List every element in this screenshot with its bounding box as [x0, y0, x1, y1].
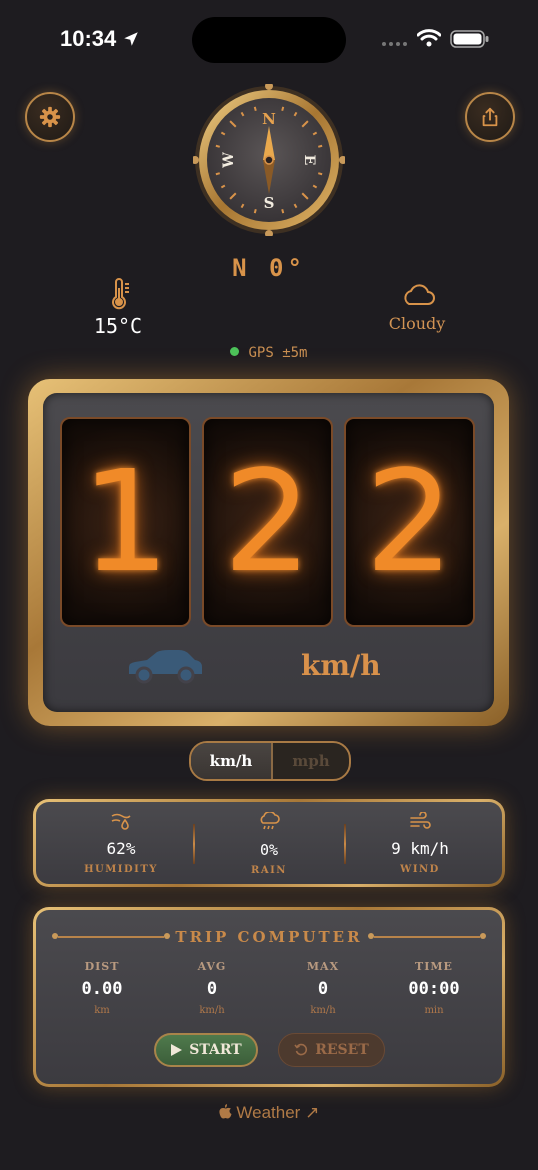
compass-tick — [215, 144, 220, 148]
trip-stat-unit: min — [424, 1005, 444, 1016]
trip-stat-label: MAX — [306, 960, 340, 973]
rain-label: RAIN — [251, 865, 287, 876]
status-time-text: 10:34 — [60, 26, 117, 51]
speedometer-frame: 1 2 2 km/h — [28, 379, 509, 726]
speed-unit-label: km/h — [301, 649, 381, 682]
wind-stat: 9 km/h WIND — [345, 802, 495, 875]
rain-value: 0% — [259, 841, 279, 859]
speedometer-panel: 1 2 2 km/h — [43, 393, 494, 712]
reset-button-label: RESET — [315, 1042, 369, 1058]
trip-computer-panel: TRIP COMPUTER DIST 0.00 km AVG 0 km/h MA… — [33, 907, 505, 1087]
title-ornament-line — [374, 936, 480, 938]
unit-option-kmh[interactable]: km/h — [191, 743, 273, 779]
compass-tick — [281, 209, 285, 214]
dynamic-island — [192, 17, 346, 63]
weather-details-panel: 62% HUMIDITY 0% RAIN 9 km/h WIND — [33, 799, 505, 887]
compass-west-label: W — [221, 152, 237, 169]
compass-dial: N S E W — [193, 84, 345, 236]
gps-status-dot — [230, 347, 240, 356]
title-ornament-dot — [480, 933, 486, 939]
trip-stat-unit: km — [94, 1005, 110, 1016]
reset-button[interactable]: RESET — [278, 1033, 385, 1067]
compass-north-label: N — [262, 110, 276, 128]
compass-tick — [318, 172, 323, 176]
cloud-icon — [404, 284, 435, 305]
signal-dots-icon — [382, 42, 407, 46]
trip-stat-value: 0.00 — [81, 979, 123, 999]
share-button[interactable] — [465, 92, 515, 142]
trip-stat-average: AVG 0 km/h — [157, 960, 267, 1016]
wind-icon — [410, 811, 431, 829]
thermometer-icon — [112, 278, 129, 310]
unit-option-mph[interactable]: mph — [271, 743, 349, 779]
compass-south-label: S — [264, 194, 275, 212]
wind-label: WIND — [400, 864, 440, 875]
status-time: 10:34 — [60, 26, 140, 52]
gear-icon — [39, 106, 61, 128]
weather-attribution-link[interactable]: Weather ↗ — [0, 1103, 538, 1123]
weather-attribution-text: Weather — [236, 1103, 301, 1122]
temperature-value: 15°C — [93, 314, 143, 338]
external-link-arrow-icon: ↗ — [305, 1103, 320, 1122]
humidity-stat: 62% HUMIDITY — [46, 802, 196, 875]
humidity-value: 62% — [106, 839, 136, 858]
start-button[interactable]: START — [154, 1033, 258, 1067]
trip-stat-value: 00:00 — [408, 979, 460, 999]
battery-icon — [450, 30, 489, 48]
settings-button[interactable] — [25, 92, 75, 142]
location-arrow-icon — [124, 32, 139, 46]
speed-digit-hundreds: 1 — [60, 417, 191, 627]
gps-accuracy-text: GPS ±5m — [248, 345, 308, 361]
compass-heading: N 0° — [232, 254, 306, 282]
compass-tick — [281, 106, 285, 111]
speed-digit-tens: 2 — [202, 417, 333, 627]
compass-tick — [253, 209, 257, 214]
car-icon — [129, 650, 202, 684]
gps-status: GPS ±5m — [0, 345, 538, 361]
humidity-icon — [111, 813, 131, 830]
trip-stat-unit: km/h — [199, 1005, 225, 1016]
play-icon — [171, 1044, 183, 1056]
wind-value: 9 km/h — [391, 839, 449, 858]
rain-stat: 0% RAIN — [194, 802, 344, 876]
trip-stat-max: MAX 0 km/h — [268, 960, 378, 1016]
reset-icon — [294, 1043, 308, 1056]
speed-digit-ones: 2 — [344, 417, 475, 627]
trip-stat-distance: DIST 0.00 km — [47, 960, 157, 1016]
trip-stat-label: AVG — [197, 960, 227, 973]
start-button-label: START — [189, 1042, 242, 1058]
trip-stat-label: DIST — [84, 960, 120, 973]
compass-tick — [215, 172, 220, 176]
humidity-label: HUMIDITY — [84, 864, 158, 875]
trip-stat-value: 0 — [206, 979, 218, 999]
trip-stat-label: TIME — [415, 960, 453, 973]
apple-logo-icon — [219, 1104, 232, 1119]
compass-tick — [253, 106, 257, 111]
share-icon — [482, 107, 498, 127]
rain-cloud-icon — [260, 811, 280, 830]
trip-stat-value: 0 — [317, 979, 329, 999]
compass-east-label: E — [301, 155, 317, 166]
trip-stat-unit: km/h — [310, 1005, 336, 1016]
unit-toggle[interactable]: km/h mph — [189, 741, 351, 781]
compass-tick — [318, 144, 323, 148]
wifi-icon — [417, 29, 441, 47]
trip-stat-time: TIME 00:00 min — [379, 960, 489, 1016]
weather-condition: Cloudy — [388, 314, 446, 333]
